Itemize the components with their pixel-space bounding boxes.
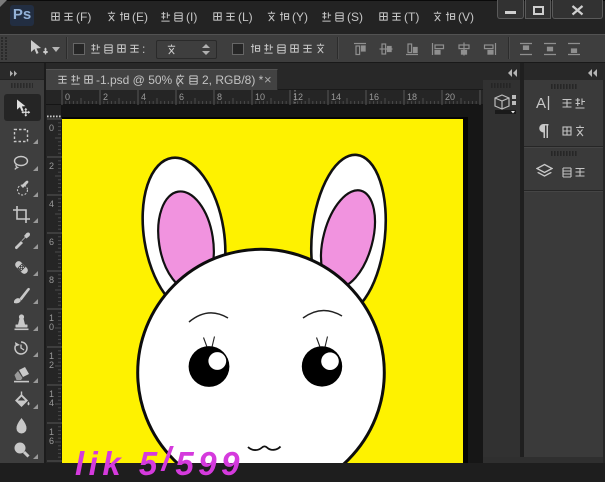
svg-text:6: 6 — [179, 92, 184, 102]
svg-text:6: 6 — [49, 436, 54, 446]
svg-text:4: 4 — [49, 398, 54, 408]
svg-text:0: 0 — [65, 92, 70, 102]
svg-text:8: 8 — [49, 275, 54, 285]
svg-text:2: 2 — [49, 360, 54, 370]
svg-text:8: 8 — [217, 92, 222, 102]
svg-text:16: 16 — [369, 92, 379, 102]
svg-text:0: 0 — [49, 322, 54, 332]
svg-text:4: 4 — [141, 92, 146, 102]
svg-text:6: 6 — [49, 237, 54, 247]
svg-text:4: 4 — [49, 199, 54, 209]
svg-text:A: A — [536, 95, 546, 111]
svg-text:2: 2 — [103, 92, 108, 102]
svg-text:0: 0 — [49, 123, 54, 133]
svg-text:10: 10 — [255, 92, 265, 102]
svg-text:2: 2 — [49, 161, 54, 171]
svg-text:20: 20 — [445, 92, 455, 102]
svg-text:18: 18 — [407, 92, 417, 102]
svg-text:14: 14 — [331, 92, 341, 102]
